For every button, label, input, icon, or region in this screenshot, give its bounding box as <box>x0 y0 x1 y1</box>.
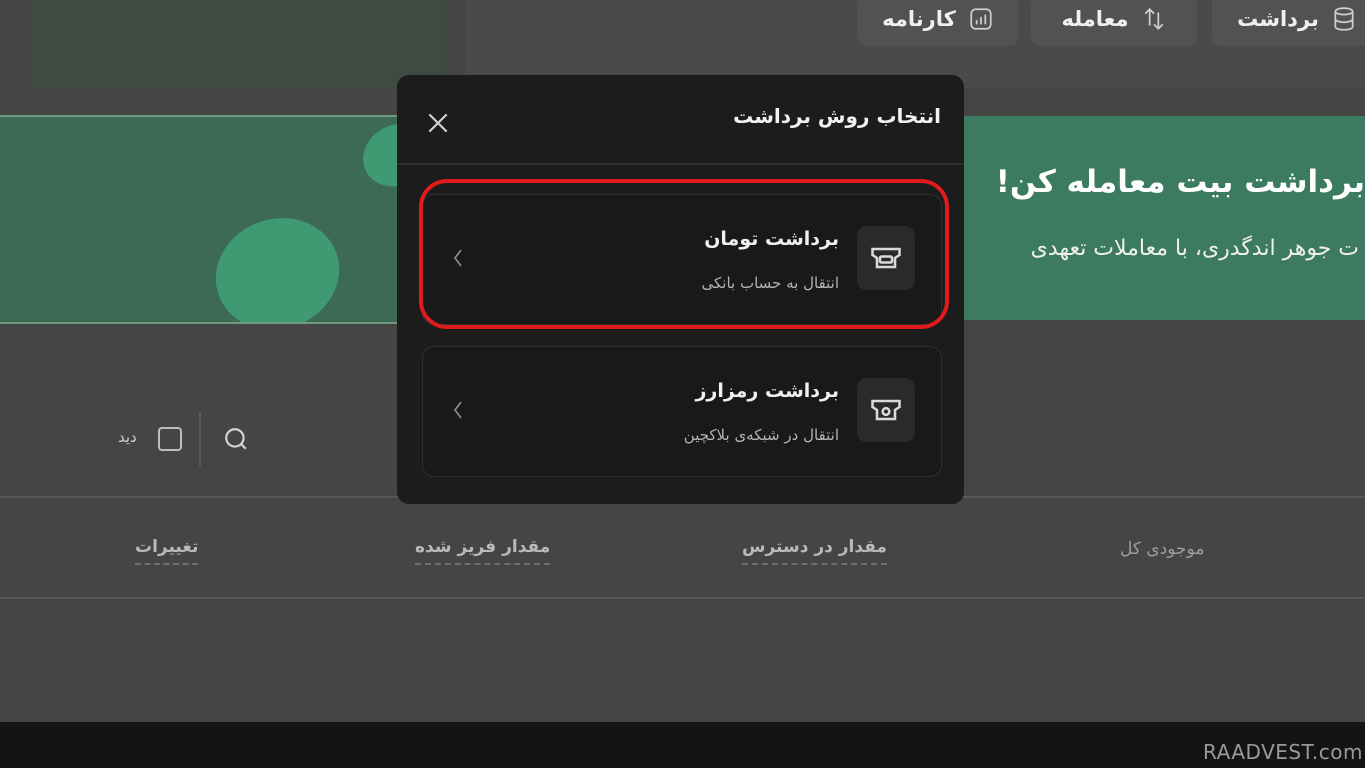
footer-bar <box>0 722 1365 768</box>
coin-graphic-small <box>351 117 400 199</box>
highlight-annotation <box>419 179 949 329</box>
top-left-panel <box>30 0 445 88</box>
filter-label: دید <box>118 428 137 446</box>
watermark: RAADVEST.com <box>1203 740 1363 764</box>
filter-checkbox[interactable] <box>158 427 182 451</box>
close-icon[interactable] <box>425 110 451 136</box>
modal-title: انتخاب روش برداشت <box>733 104 941 128</box>
divider <box>0 597 1365 599</box>
nav-report-label: کارنامه <box>882 7 956 31</box>
column-header-changes[interactable]: تغییرات <box>135 537 199 565</box>
database-icon <box>1334 7 1354 31</box>
swap-arrows-icon <box>1144 8 1163 30</box>
option-subtitle: انتقال در شبکه‌ی بلاکچین <box>683 426 839 444</box>
divider <box>199 412 201 466</box>
promo-banner-left <box>0 115 400 324</box>
nav-trade-button[interactable]: معامله <box>1031 0 1197 46</box>
nav-trade-label: معامله <box>1061 7 1129 31</box>
modal-divider <box>397 163 964 165</box>
search-icon[interactable] <box>223 426 249 452</box>
promo-banner-right <box>962 116 1365 320</box>
coin-graphic <box>199 200 356 322</box>
column-header-total-balance: موجودی کل <box>1120 539 1205 559</box>
crypto-wallet-icon <box>871 399 901 421</box>
option-icon <box>857 378 915 442</box>
nav-withdraw-label: برداشت <box>1237 7 1319 31</box>
option-title: برداشت رمزارز <box>695 380 839 402</box>
column-header-available[interactable]: مقدار در دسترس <box>742 537 887 565</box>
banner-subtitle: ت جوهر اندگدری، با معاملات تعهدی <box>1030 236 1359 261</box>
nav-report-button[interactable]: کارنامه <box>857 0 1019 46</box>
chevron-left-icon <box>453 401 462 419</box>
banner-title: برداشت بیت معامله کن! <box>995 164 1365 200</box>
column-header-frozen[interactable]: مقدار فریز شده <box>415 537 551 565</box>
nav-withdraw-button[interactable]: برداشت <box>1212 0 1365 46</box>
report-chart-icon <box>970 8 992 30</box>
